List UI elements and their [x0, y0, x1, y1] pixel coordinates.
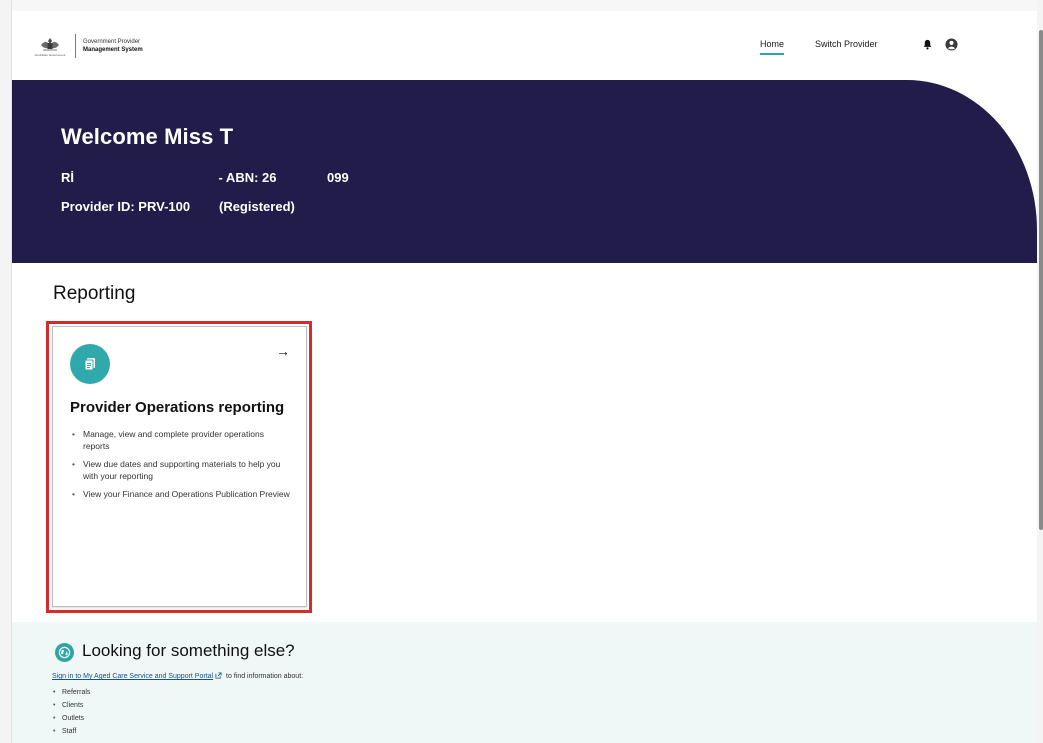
welcome-title: Welcome Miss T — [61, 124, 234, 149]
card-bullet: Manage, view and complete provider opera… — [70, 428, 292, 452]
globe-icon — [55, 643, 74, 662]
crest-group: Australian Government — [28, 33, 72, 59]
logo-line-1: Government Provider — [83, 39, 141, 45]
list-item: Staff — [52, 725, 90, 738]
nav-switch-provider-link[interactable]: Switch Provider — [815, 39, 878, 55]
looking-for-something-else-section: Looking for something else? Sign in to M… — [12, 622, 1037, 743]
document-copy-icon — [70, 344, 110, 384]
info-topic-list: Referrals Clients Outlets Staff — [52, 686, 90, 738]
bell-icon[interactable] — [922, 39, 933, 50]
list-item: Referrals — [52, 686, 90, 699]
top-browser-strip — [12, 0, 1037, 11]
scrollbar-track[interactable] — [1037, 0, 1043, 743]
card-bullet-list: Manage, view and complete provider opera… — [70, 428, 292, 506]
logo-line-2: Management System — [83, 47, 143, 53]
scrollbar-thumb[interactable] — [1039, 30, 1043, 530]
provider-operations-reporting-card[interactable]: → Provider Operations reporting Manage, … — [52, 326, 307, 607]
main-nav: Home Switch Provider — [760, 38, 958, 55]
external-link-icon[interactable] — [215, 672, 222, 681]
list-item: Clients — [52, 699, 90, 712]
crest-caption: Australian Government — [34, 52, 66, 57]
card-bullet: View your Finance and Operations Publica… — [70, 488, 292, 500]
list-item: Outlets — [52, 712, 90, 725]
card-bullet: View due dates and supporting materials … — [70, 458, 292, 482]
provider-id: Provider ID: PRV-100 (Registered) — [61, 199, 295, 214]
nav-home-link[interactable]: Home — [760, 39, 785, 55]
logo-text: Government Provider Management System — [83, 38, 143, 54]
portal-sign-in-line: Sign in to My Aged Care Service and Supp… — [52, 672, 303, 681]
reporting-section-title: Reporting — [53, 283, 136, 304]
portal-sign-in-suffix: to find information about: — [224, 673, 304, 680]
site-header: Australian Government Government Provide… — [12, 11, 1037, 80]
coat-of-arms-icon — [41, 37, 59, 50]
gpms-logo[interactable]: Australian Government Government Provide… — [28, 33, 143, 59]
user-circle-icon[interactable] — [945, 38, 958, 51]
looking-title: Looking for something else? — [82, 641, 295, 660]
left-browser-edge — [0, 0, 12, 743]
portal-sign-in-link[interactable]: Sign in to My Aged Care Service and Supp… — [52, 673, 213, 680]
card-title: Provider Operations reporting — [70, 399, 285, 416]
welcome-banner: Welcome Miss T Rİ - ABN: 26 099 Provider… — [12, 80, 1037, 263]
logo-divider — [75, 34, 76, 58]
arrow-right-icon[interactable]: → — [276, 343, 290, 359]
provider-name-abn: Rİ - ABN: 26 099 — [61, 170, 349, 185]
